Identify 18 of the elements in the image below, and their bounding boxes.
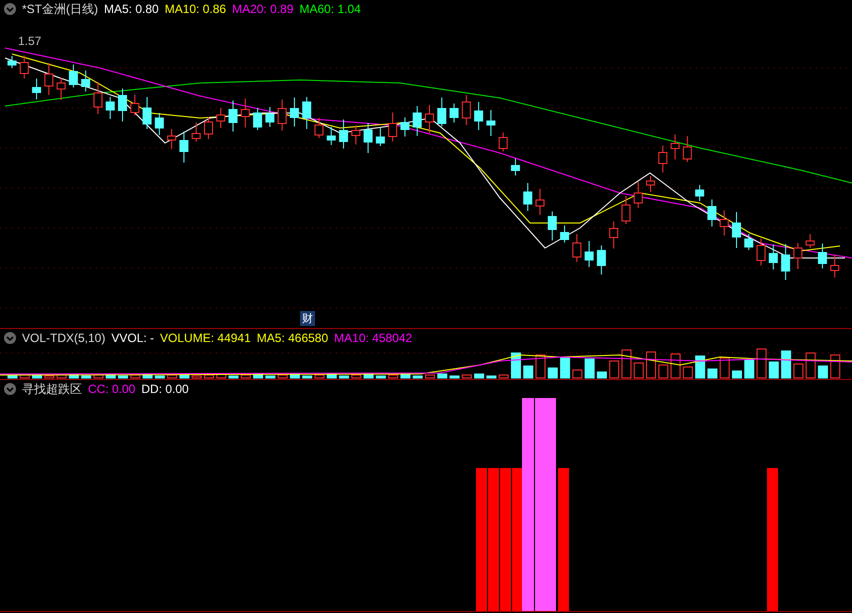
indicator-value: CC: 0.00: [88, 382, 136, 396]
chevron-down-icon[interactable]: [4, 383, 16, 395]
price-label: 1.57: [18, 34, 42, 48]
panel-title: 寻找超跌区: [22, 380, 82, 398]
panel-title: VOL-TDX(5,10): [22, 331, 106, 345]
indicator-value: VVOL: -: [111, 331, 154, 345]
indicator-value: MA20: 0.89: [232, 2, 294, 16]
indicator-value: MA5: 0.80: [104, 2, 159, 16]
panel-title: *ST金洲(日线): [22, 0, 98, 18]
event-marker[interactable]: 财: [300, 311, 315, 326]
indicator-value: MA60: 1.04: [299, 2, 361, 16]
indicator-value: MA10: 0.86: [164, 2, 226, 16]
indicator-value: MA5: 466580: [256, 331, 328, 345]
indicator-value: DD: 0.00: [141, 382, 189, 396]
indicator-value: MA10: 458042: [334, 331, 412, 345]
chevron-down-icon[interactable]: [4, 332, 16, 344]
indicator-value: VOLUME: 44941: [160, 331, 251, 345]
chevron-down-icon[interactable]: [4, 3, 16, 15]
